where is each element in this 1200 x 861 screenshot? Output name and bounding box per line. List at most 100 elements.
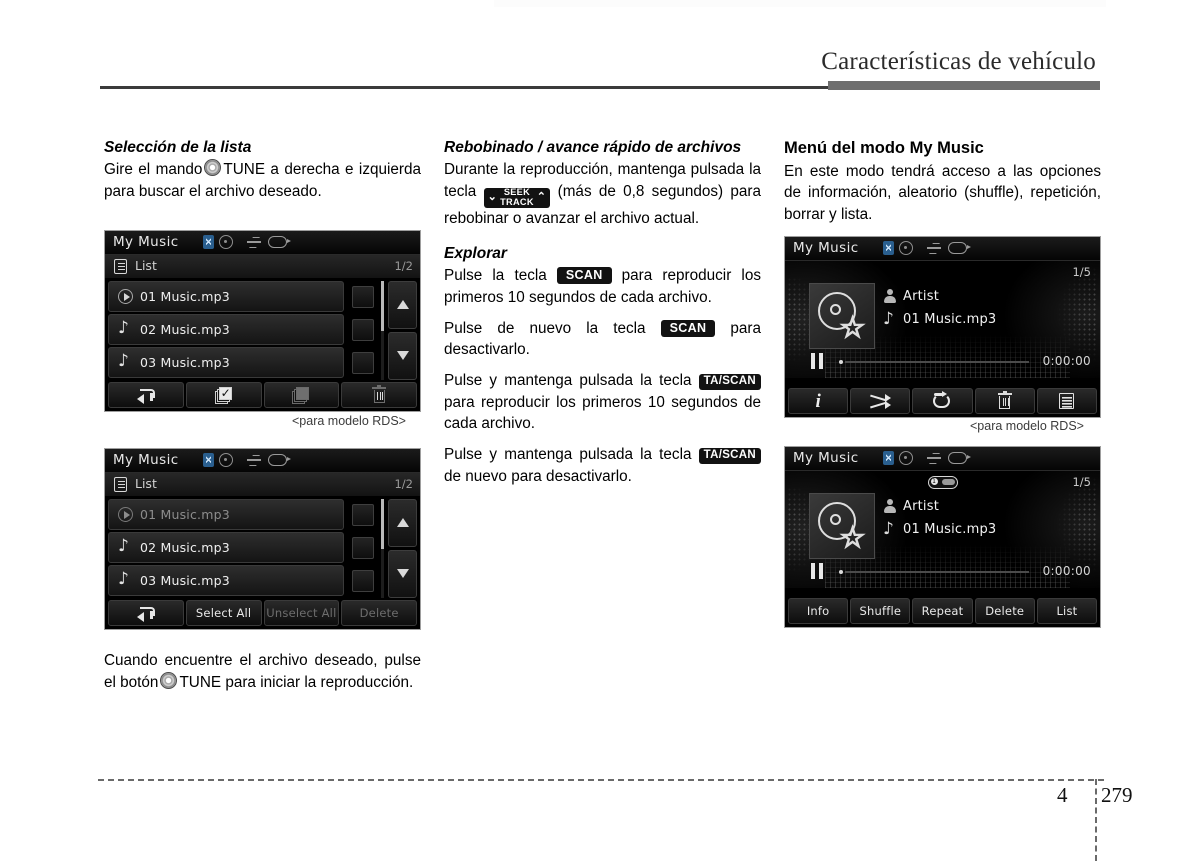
- pause-button[interactable]: [811, 563, 825, 579]
- list-item[interactable]: 03 Music.mp3: [108, 347, 344, 378]
- scroll-up-button[interactable]: [388, 499, 417, 547]
- disc-icon: [899, 451, 913, 465]
- paragraph-text-a: Pulse y mantenga pulsada la tecla: [444, 446, 692, 464]
- delete-button[interactable]: Delete: [341, 600, 417, 626]
- scroll-down-button[interactable]: [388, 332, 417, 380]
- music-note-icon: ♪: [883, 519, 894, 539]
- aux-device-icon: [948, 452, 971, 464]
- delete-button[interactable]: [974, 388, 1035, 414]
- list-item-checkbox[interactable]: [352, 319, 374, 341]
- badge-oval-icon: [941, 479, 955, 485]
- list-item[interactable]: 01 Music.mp3: [108, 499, 344, 530]
- page-number: 279: [1101, 783, 1133, 807]
- progress-bar[interactable]: [837, 360, 1029, 364]
- list-item[interactable]: 01 Music.mp3: [108, 281, 344, 312]
- trash-icon: [372, 385, 387, 403]
- list-item-label: 03 Music.mp3: [140, 573, 230, 588]
- repeat-button[interactable]: Repeat: [912, 598, 973, 624]
- paragraph-text-a: Gire el mando: [104, 161, 203, 179]
- paragraph-text-a: Pulse la tecla: [444, 267, 547, 285]
- back-button[interactable]: [108, 600, 184, 626]
- list-label: List: [135, 258, 157, 273]
- list-label: List: [135, 476, 157, 491]
- scrollbar-thumb[interactable]: [381, 499, 384, 549]
- usb-icon: [927, 452, 943, 464]
- music-note-icon: [118, 351, 133, 371]
- list-icon: [1059, 393, 1075, 409]
- select-all-button[interactable]: ✓: [185, 382, 262, 408]
- star-icon: ☆: [839, 521, 866, 554]
- list-item-label: 02 Music.mp3: [140, 540, 230, 555]
- section-title-explorar: Explorar: [444, 244, 507, 262]
- play-icon: [118, 289, 133, 304]
- unselect-all-button[interactable]: Unselect All: [263, 600, 340, 626]
- paragraph-scan-2: Pulse de nuevo la tecla SCAN para desact…: [444, 318, 761, 361]
- screen-toolbar: Select All Unselect All Delete: [105, 598, 420, 629]
- shuffle-button[interactable]: Shuffle: [850, 598, 911, 624]
- usb-icon: [247, 454, 263, 466]
- player-body: 1/5 ☆ Artist ♪ 01 Music.mp3 0:00:00: [785, 261, 1100, 378]
- paragraph-scan-1: Pulse la tecla SCAN para reproducir los …: [444, 265, 761, 308]
- section-title-rebobinado: Rebobinado / avance rápido de archivos: [444, 139, 742, 156]
- page-title: Características de vehículo: [821, 48, 1096, 75]
- chevron-down-icon: ⌄: [487, 191, 498, 204]
- list-title-bar: List 1/2: [105, 473, 420, 497]
- select-all-button[interactable]: Select All: [185, 600, 262, 626]
- info-button[interactable]: i: [788, 388, 849, 414]
- scroll-down-button[interactable]: [388, 550, 417, 598]
- unselect-all-button[interactable]: [263, 382, 340, 408]
- scroll-up-button[interactable]: [388, 281, 417, 329]
- screen-header: My Music: [105, 449, 420, 473]
- album-art: ☆: [809, 493, 875, 559]
- delete-button[interactable]: [341, 382, 417, 408]
- info-button[interactable]: Info: [788, 598, 849, 624]
- pause-button[interactable]: [811, 353, 825, 369]
- screen-my-music-player-rds[interactable]: My Music 1/5 ☆ Artist ♪ 01 Music.mp3 0:0…: [784, 236, 1101, 418]
- progress-bar[interactable]: [837, 570, 1029, 574]
- track-label: TRACK: [500, 196, 534, 207]
- screen-toolbar: ✓: [105, 380, 420, 411]
- scan-key-badge: SCAN: [556, 267, 612, 285]
- album-art: ☆: [809, 283, 875, 349]
- track-name: 01 Music.mp3: [903, 522, 997, 537]
- screen-my-music-list-text[interactable]: My Music List 1/2 01 Music.mp3 02 Music.…: [104, 448, 421, 630]
- screen-toolbar: i: [785, 386, 1100, 417]
- progress-handle[interactable]: [839, 570, 843, 574]
- screen-header: My Music: [105, 231, 420, 255]
- list-item-checkbox[interactable]: [352, 570, 374, 592]
- screen-my-music-list-rds[interactable]: My Music List 1/2 01 Music.mp3 02 Music.…: [104, 230, 421, 412]
- list-button[interactable]: [1036, 388, 1098, 414]
- screen-my-music-player-text[interactable]: My Music 1 1/5 ☆ Artist ♪ 01 Music.mp3 0…: [784, 446, 1101, 628]
- back-button[interactable]: [108, 382, 184, 408]
- list-item-checkbox[interactable]: [352, 537, 374, 559]
- aux-device-icon: [268, 454, 291, 466]
- repeat-button[interactable]: [912, 388, 973, 414]
- list-item-checkbox[interactable]: [352, 286, 374, 308]
- info-icon: i: [815, 390, 821, 412]
- caption-list-rds: <para modelo RDS>: [292, 414, 406, 428]
- list-button[interactable]: List: [1036, 598, 1098, 624]
- list-item-checkbox[interactable]: [352, 352, 374, 374]
- scrollbar-thumb[interactable]: [381, 281, 384, 331]
- list-page-indicator: 1/2: [394, 259, 413, 273]
- list-rows: 01 Music.mp3 02 Music.mp3 03 Music.mp3: [108, 499, 344, 598]
- track-name: 01 Music.mp3: [903, 312, 997, 327]
- list-item[interactable]: 02 Music.mp3: [108, 532, 344, 563]
- progress-handle[interactable]: [839, 360, 843, 364]
- disc-icon: [219, 453, 233, 467]
- info-label: Info: [806, 604, 830, 618]
- disc-icon: [899, 241, 913, 255]
- paragraph-seleccion-lista: Gire el mando TUNE a derecha e izquierda …: [104, 159, 421, 202]
- list-item[interactable]: 03 Music.mp3: [108, 565, 344, 596]
- delete-button[interactable]: Delete: [974, 598, 1035, 624]
- column-left: Selección de la lista Gire el mando TUNE …: [104, 138, 421, 203]
- scan-key-badge: SCAN: [660, 319, 716, 337]
- shuffle-label: Shuffle: [859, 604, 902, 618]
- playback-time: 0:00:00: [1042, 564, 1091, 578]
- shuffle-button[interactable]: [850, 388, 911, 414]
- list-item[interactable]: 02 Music.mp3: [108, 314, 344, 345]
- screen-header: My Music: [785, 237, 1100, 261]
- artist-name: Artist: [903, 499, 940, 514]
- screen-header: My Music: [785, 447, 1100, 471]
- list-item-checkbox[interactable]: [352, 504, 374, 526]
